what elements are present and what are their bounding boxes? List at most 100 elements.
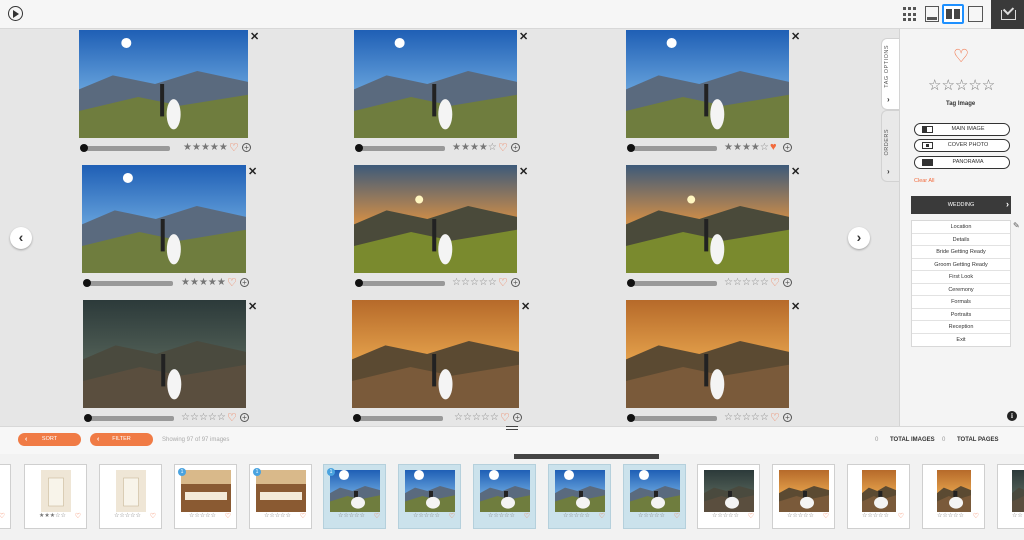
heart-icon[interactable]: ♡ [374,512,380,520]
star-icon[interactable]: ★ [201,142,210,153]
heart-icon[interactable]: ♡ [498,141,508,154]
rating-stars[interactable]: ☆☆☆☆☆ [712,512,739,519]
single-view-icon[interactable] [968,6,983,22]
add-circle-icon[interactable]: + [513,413,522,422]
add-circle-icon[interactable]: + [242,143,251,152]
rating-stars[interactable]: ☆☆ [1012,512,1023,519]
heart-icon[interactable]: ♡ [770,276,780,289]
star-icon[interactable]: ☆ [470,277,479,288]
progress-slider[interactable] [627,144,717,152]
star-icon[interactable]: ☆ [454,412,463,423]
star-icon[interactable]: ★ [199,277,208,288]
filmstrip-card[interactable]: 1 ☆☆☆☆☆ ♡ [323,464,386,529]
add-circle-icon[interactable]: + [240,278,249,287]
close-icon[interactable]: ✕ [521,302,530,313]
heart-icon[interactable]: ♡ [599,512,605,520]
heart-icon[interactable]: ♡ [674,512,680,520]
rating-stars[interactable]: ☆☆☆☆☆ [724,277,769,288]
rating-stars[interactable]: ☆☆☆☆☆ [413,512,440,519]
close-icon[interactable]: ✕ [791,32,800,43]
star-icon[interactable]: ★ [733,142,742,153]
close-icon[interactable]: ✕ [248,302,257,313]
star-icon[interactable]: ★ [183,142,192,153]
wedding-category-header[interactable]: WEDDING [911,196,1011,214]
photo-thumbnail[interactable] [354,165,517,278]
star-icon[interactable]: ☆ [733,412,742,423]
rating-stars[interactable]: ☆☆☆☆☆ [638,512,665,519]
favorite-heart-icon[interactable]: ♡ [953,46,969,67]
info-icon[interactable]: i [1007,411,1017,421]
rating-stars[interactable]: ☆☆☆☆☆ [862,512,889,519]
star-icon[interactable]: ☆ [190,412,199,423]
star-icon[interactable]: ★ [181,277,190,288]
rating-stars[interactable]: ★★★★☆ [452,142,497,153]
filmstrip-card[interactable]: ☆☆☆☆☆ ♡ [847,464,910,529]
star-icon[interactable]: ☆ [760,142,769,153]
star-icon[interactable]: ☆ [742,412,751,423]
photo-thumbnail[interactable] [626,30,789,143]
progress-slider[interactable] [355,279,445,287]
progress-slider[interactable] [627,414,717,422]
star-icon[interactable]: ★ [751,142,760,153]
filmstrip-card[interactable]: 1 ☆☆☆☆☆ ♡ [249,464,312,529]
category-item[interactable]: First Look [912,271,1010,284]
filmstrip-card[interactable]: ☆☆☆☆☆ ♡ [548,464,611,529]
rating-stars[interactable]: ☆☆☆☆☆ [338,512,365,519]
star-icon[interactable]: ★ [219,142,228,153]
heart-icon[interactable]: ♡ [748,512,754,520]
heart-icon[interactable]: ♡ [500,411,510,424]
star-icon[interactable]: ☆ [733,277,742,288]
rating-stars[interactable]: ☆☆☆☆☆ [114,512,141,519]
rating-stars[interactable]: ★★★☆☆ [39,512,66,519]
add-circle-icon[interactable]: + [240,413,249,422]
sort-button[interactable]: ‹ SORT [18,433,81,446]
heart-icon[interactable]: ♡ [227,411,237,424]
star-icon[interactable]: ☆ [181,412,190,423]
star-icon[interactable]: ★ [461,142,470,153]
heart-icon[interactable]: ♡ [225,512,231,520]
star-icon[interactable]: ☆ [208,412,217,423]
progress-slider[interactable] [80,144,170,152]
photo-thumbnail[interactable] [82,165,246,278]
filmstrip-card[interactable]: ☆☆♡ [997,464,1024,529]
close-icon[interactable]: ✕ [250,32,259,43]
star-icon[interactable]: ☆ [479,277,488,288]
star-icon[interactable]: ★ [452,142,461,153]
progress-slider[interactable] [355,144,445,152]
close-icon[interactable]: ✕ [791,167,800,178]
photo-thumbnail[interactable] [79,30,248,143]
progress-slider[interactable] [84,414,174,422]
rating-stars[interactable]: ☆☆☆☆☆ [181,412,226,423]
heart-icon[interactable]: ♡ [524,512,530,520]
download-box-icon[interactable] [991,0,1024,29]
heart-icon[interactable]: ♡ [973,512,979,520]
rating-stars[interactable]: ☆☆☆☆☆ [724,412,769,423]
progress-slider[interactable] [83,279,173,287]
prev-arrow-button[interactable]: ‹ [10,227,32,249]
category-item[interactable]: Reception [912,321,1010,334]
star-icon[interactable]: ★ [208,277,217,288]
rating-stars[interactable]: ☆☆☆☆☆ [452,277,497,288]
cover-photo-button[interactable]: COVER PHOTO [914,139,1010,152]
clear-all-link[interactable]: Clear All [914,178,934,184]
star-icon[interactable]: ★ [192,142,201,153]
heart-icon[interactable]: ♡ [898,512,904,520]
filmstrip-card[interactable]: ☆☆☆☆☆ ♡ [623,464,686,529]
rating-stars[interactable]: ★★★★☆ [724,142,769,153]
star-icon[interactable]: ☆ [488,277,497,288]
category-item[interactable]: Details [912,234,1010,246]
add-circle-icon[interactable]: + [783,143,792,152]
heart-icon[interactable]: ♡ [498,276,508,289]
star-icon[interactable]: ★ [742,142,751,153]
category-item[interactable]: Exit [912,334,1010,347]
star-icon[interactable]: ☆ [472,412,481,423]
photo-thumbnail[interactable] [354,30,517,143]
star-icon[interactable]: ☆ [724,277,733,288]
photo-thumbnail[interactable] [626,165,789,278]
category-item[interactable]: Location [912,221,1010,234]
star-icon[interactable]: ★ [190,277,199,288]
star-icon[interactable]: ☆ [481,412,490,423]
star-icon[interactable]: ☆ [490,412,499,423]
category-item[interactable]: Ceremony [912,284,1010,296]
resize-handle[interactable] [506,426,518,430]
